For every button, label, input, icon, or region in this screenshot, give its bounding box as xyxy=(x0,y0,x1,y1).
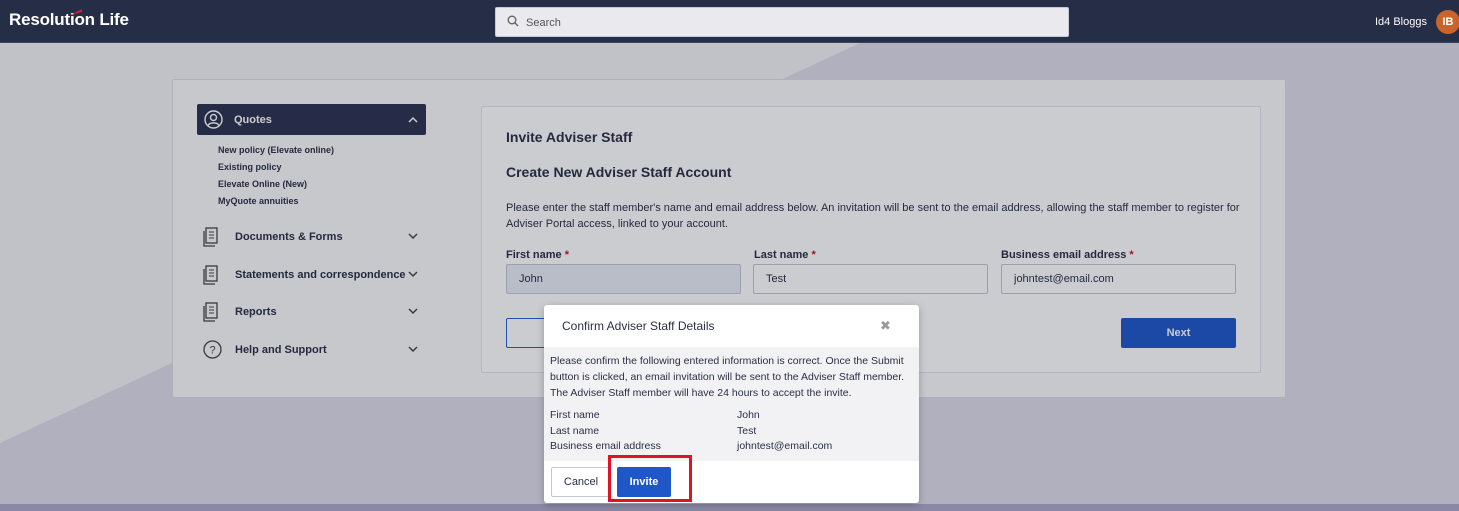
cancel-button[interactable]: Cancel xyxy=(551,467,611,497)
dialog-body: Please confirm the following entered inf… xyxy=(544,347,919,461)
search-input[interactable] xyxy=(526,14,1046,31)
user-name[interactable]: Id4 Bloggs xyxy=(1375,16,1427,28)
confirm-dialog: Confirm Adviser Staff Details ✖ Please c… xyxy=(544,305,919,503)
avatar[interactable]: IB xyxy=(1436,10,1459,34)
dialog-message: Please confirm the following entered inf… xyxy=(550,355,905,399)
search-bar[interactable] xyxy=(495,7,1069,37)
page-footer-bar xyxy=(0,504,1459,511)
search-icon xyxy=(507,15,519,27)
logo[interactable]: Resolution Life xyxy=(9,10,129,30)
dialog-title: Confirm Adviser Staff Details xyxy=(562,319,715,333)
top-navigation-bar: Resolution Life Id4 Bloggs IB xyxy=(0,0,1459,43)
invite-button[interactable]: Invite xyxy=(617,467,671,497)
close-icon[interactable]: ✖ xyxy=(880,318,891,334)
logo-mark-icon xyxy=(70,9,82,15)
